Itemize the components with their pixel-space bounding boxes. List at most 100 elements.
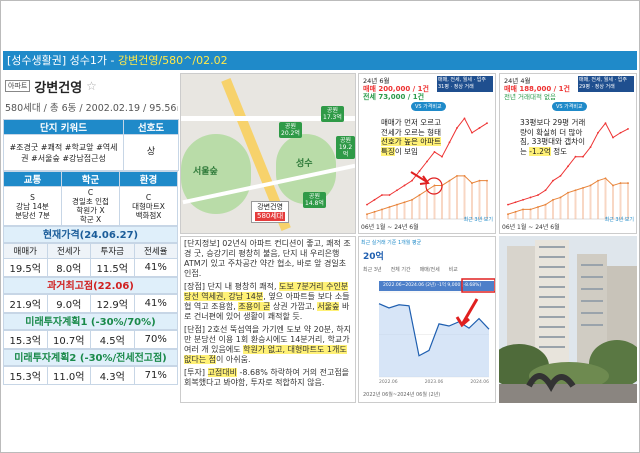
future-plan1-title: 미래투자계획1 (-30%/70%) xyxy=(3,313,178,330)
chart-point xyxy=(478,179,481,182)
col-jeonse-price: 전세가 xyxy=(46,243,91,259)
preference-header: 선호도 xyxy=(123,119,179,135)
chart-volume-bar xyxy=(433,185,436,219)
chart-point xyxy=(522,208,524,211)
chart-point xyxy=(433,184,436,187)
chart2-recent-link[interactable]: 최근 3년 보기 xyxy=(605,216,634,223)
chart-point xyxy=(612,136,614,139)
desc-highlight: 고점대비 xyxy=(207,368,237,377)
chart3-plot xyxy=(378,278,495,378)
favorite-star-icon[interactable]: ☆ xyxy=(86,79,97,93)
map-price-pin[interactable]: 공원 19.2억 xyxy=(336,136,355,159)
desc-highlight: 조용이 굳 xyxy=(238,302,271,311)
map-label-seoulforest: 서울숲 xyxy=(193,167,218,177)
plan1-investment-value: 4.5억 xyxy=(90,330,135,349)
chart-point xyxy=(574,155,577,158)
desc-complex-info: [단지정보] 02년식 아파트 컨디션이 좋고, 쾌적 조경 굿, 승강기리 평… xyxy=(184,239,351,278)
chart-volume-bar xyxy=(381,209,383,219)
chart-volume-bar xyxy=(574,190,577,219)
peak-jeonse-value: 9.0억 xyxy=(46,294,91,313)
col-sale-price: 매매가 xyxy=(3,243,48,259)
chart-point xyxy=(544,189,547,192)
chart-point xyxy=(619,182,622,184)
chart-point xyxy=(471,131,473,134)
keyword-table: 단지 키워드 선호도 #조경굿 #쾌적 #학교앞 #역세권 #서울숲 #강남접근… xyxy=(3,119,179,171)
chart-point xyxy=(418,194,421,196)
peak-rate-value: 41% xyxy=(133,294,178,313)
traffic-cell: S 강남 14분 분당선 7분 xyxy=(3,186,62,226)
chart-volume-bar xyxy=(514,211,517,219)
description-panel: [단지정보] 02년식 아파트 컨디션이 좋고, 쾌적 조경 굿, 승강기리 평… xyxy=(180,236,356,403)
chart2-range: 06년 1월 ~ 24년 6월 xyxy=(502,224,560,231)
chart-point xyxy=(597,179,599,182)
chart-point xyxy=(582,186,584,189)
chart-point xyxy=(552,198,554,201)
map-price-pin[interactable]: 공원 17.3억 xyxy=(321,106,344,122)
desc-investment: [투자] 고점대비 -8.68% 하락하여 거의 전고점을 회복했다고 봐야함,… xyxy=(184,368,352,388)
school-grade: C xyxy=(87,188,94,197)
chart-volume-bar xyxy=(471,183,473,219)
plan2-sale-value: 15.3억 xyxy=(3,366,48,385)
chart-point xyxy=(366,203,368,206)
chart-point xyxy=(604,177,607,180)
chart-point xyxy=(604,122,607,125)
chart-point xyxy=(559,196,562,199)
chart-point xyxy=(463,174,466,177)
chart-point xyxy=(529,208,532,211)
current-rate-value: 41% xyxy=(133,258,178,277)
chart-volume-bar xyxy=(529,209,532,219)
map-label-park: 성수 xyxy=(296,159,313,169)
map-price-pin[interactable]: 공원 20.2억 xyxy=(279,122,302,138)
school-cell: C 경일초 인접 학원가 X 학군 X xyxy=(61,186,120,226)
plan2-jeonse-value: 11.0억 xyxy=(46,366,91,385)
map-price-pin[interactable]: 공원 14.8억 xyxy=(303,192,326,208)
chart-point xyxy=(456,127,458,129)
chart3-area xyxy=(379,303,489,377)
desc-text: [투자] xyxy=(184,368,208,377)
chart-volume-bar xyxy=(463,175,466,219)
chart-point xyxy=(582,155,584,158)
chart-volume-bar xyxy=(426,190,428,219)
chart-point xyxy=(567,165,569,168)
chart-point xyxy=(373,210,376,213)
apartment-map-pin[interactable]: 강변건영 580세대 xyxy=(251,201,290,223)
plan1-jeonse-value: 10.7억 xyxy=(46,330,91,349)
chart-volume-bar xyxy=(418,195,421,219)
plan1-sale-value: 15.3억 xyxy=(3,330,48,349)
chart-point xyxy=(486,122,488,125)
current-sale-value: 19.5억 xyxy=(3,258,48,277)
chart-point xyxy=(373,198,376,201)
chart-point xyxy=(537,206,539,208)
chart-point xyxy=(544,203,547,206)
chart-point xyxy=(597,131,599,134)
future-plan1-table: 15.3억 10.7억 4.5억 70% xyxy=(3,330,178,349)
chart3-foot: 2022년 06월~2024년 06월 (2년) xyxy=(363,392,441,398)
chart-volume-bar xyxy=(411,199,413,219)
desc-cons: [단점] 2호선 뚝섬역을 가기엔 도보 약 20분, 하지만 분당선 이용 1… xyxy=(184,325,352,365)
chart1-recent-link[interactable]: 최근 3년 보기 xyxy=(464,216,493,223)
chart-point xyxy=(396,189,398,192)
chart-point xyxy=(388,206,391,208)
col-jeonse-rate: 전세율 xyxy=(133,243,178,259)
chart-point xyxy=(486,179,488,182)
page-header: [성수생활권] 성수1가 - 강변건영/580^/02.02 xyxy=(3,51,637,70)
chart2-plot xyxy=(507,122,629,220)
chart1-range: 06년 1월 ~ 24년 6월 xyxy=(361,224,419,231)
chart-point xyxy=(388,194,391,196)
current-investment-value: 11.5억 xyxy=(90,258,135,277)
chart-point xyxy=(448,141,451,144)
location-map[interactable]: 서울숲 성수 공원 20.2억 공원 17.3억 공원 19.2억 공원 14.… xyxy=(180,73,356,234)
chart-point xyxy=(418,170,421,172)
env-header: 환경 xyxy=(119,171,178,187)
current-price-title: 현재가격(24.06.27) xyxy=(3,226,178,243)
chart-volume-bar xyxy=(604,178,607,219)
chart-volume-bar xyxy=(627,183,629,219)
chart-volume-bar xyxy=(486,180,488,219)
chart-point xyxy=(589,146,592,149)
past-peak-title: 과거최고점(22.06) xyxy=(3,277,178,294)
apartment-name: 강변건영 xyxy=(34,80,83,96)
apartment-photo xyxy=(499,236,637,403)
apt-pin-name: 강변건영 xyxy=(257,203,283,211)
past-peak-table: 21.9억 9.0억 12.9억 41% xyxy=(3,294,178,313)
env-desc: 대형마트X 백화점X xyxy=(132,201,165,220)
